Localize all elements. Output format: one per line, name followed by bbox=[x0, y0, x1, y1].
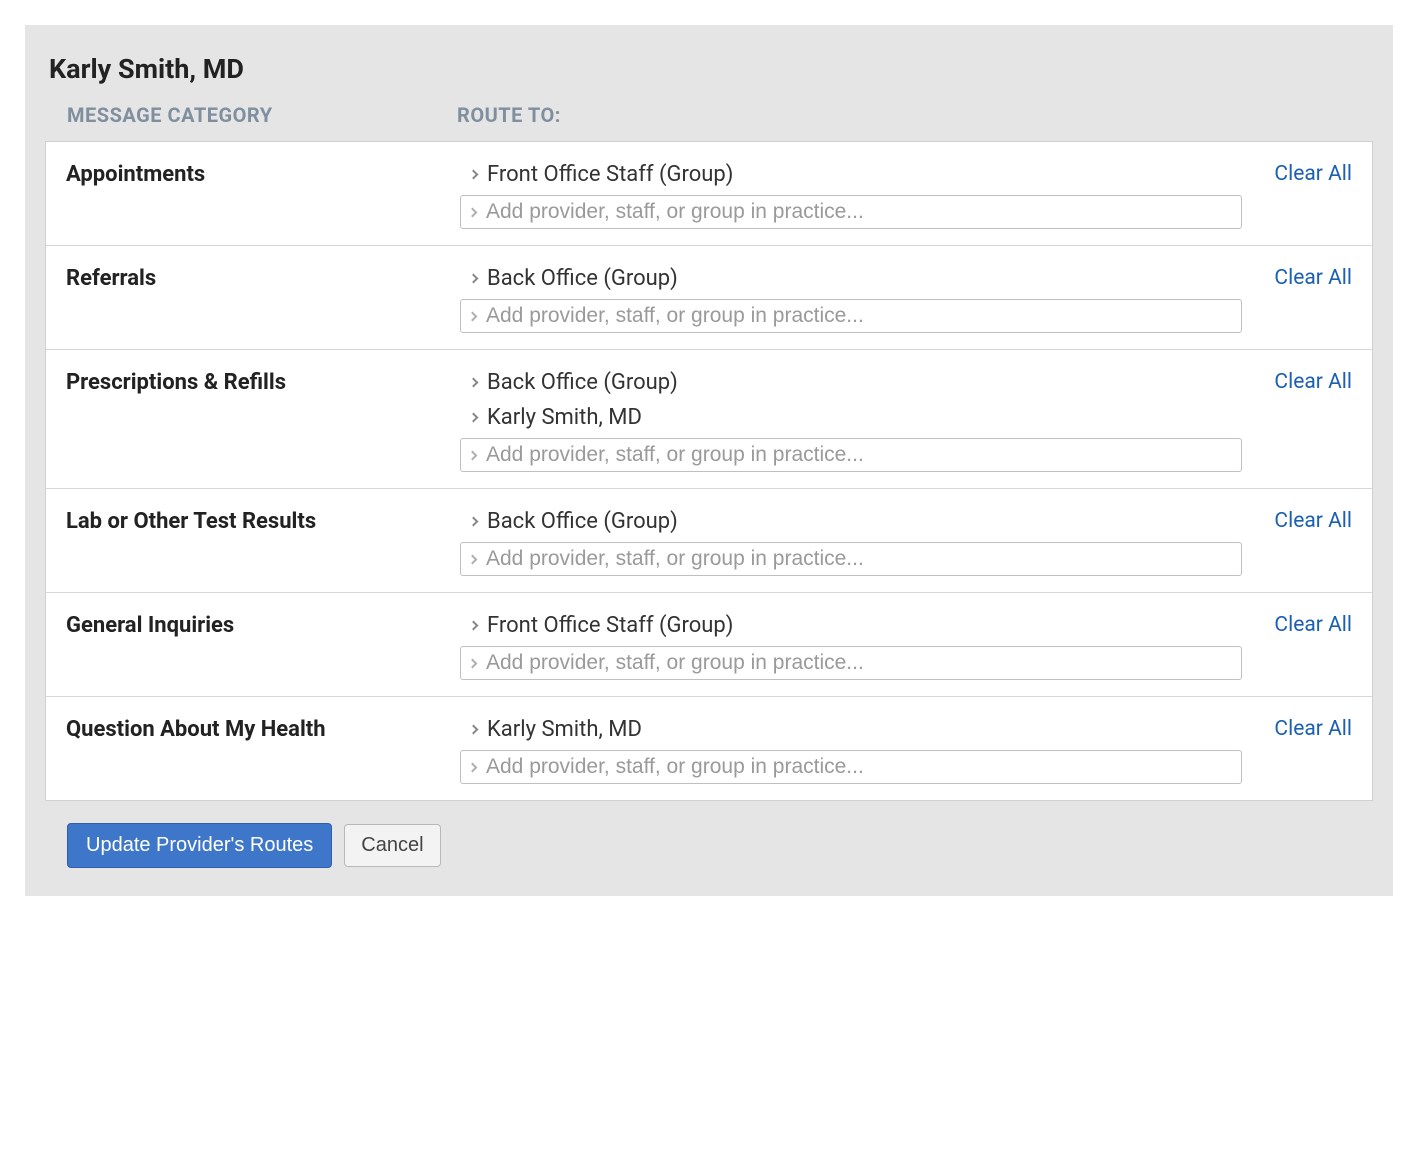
route-row-referrals: Referrals Back Office (Group) Clear All bbox=[46, 246, 1372, 350]
category-label: Prescriptions & Refills bbox=[66, 366, 460, 395]
clear-all-link[interactable]: Clear All bbox=[1274, 162, 1352, 186]
route-row-health-question: Question About My Health Karly Smith, MD… bbox=[46, 697, 1372, 800]
route-row-appointments: Appointments Front Office Staff (Group) … bbox=[46, 142, 1372, 246]
add-route-input[interactable] bbox=[486, 651, 1233, 675]
routes-list: Karly Smith, MD bbox=[460, 713, 1242, 784]
route-entry[interactable]: Back Office (Group) bbox=[460, 505, 1242, 540]
header-route-to: ROUTE TO: bbox=[457, 103, 561, 127]
routes-cell: Front Office Staff (Group) Clear All bbox=[460, 158, 1352, 229]
route-label: Back Office (Group) bbox=[487, 370, 678, 395]
route-entry[interactable]: Front Office Staff (Group) bbox=[460, 158, 1242, 193]
clear-cell: Clear All bbox=[1242, 609, 1352, 637]
route-row-lab-results: Lab or Other Test Results Back Office (G… bbox=[46, 489, 1372, 593]
route-entry[interactable]: Back Office (Group) bbox=[460, 366, 1242, 401]
chevron-right-icon bbox=[469, 725, 479, 735]
chevron-right-icon bbox=[468, 554, 478, 564]
add-route-input[interactable] bbox=[486, 200, 1233, 224]
add-route-input[interactable] bbox=[486, 547, 1233, 571]
routes-list: Front Office Staff (Group) bbox=[460, 609, 1242, 680]
provider-name: Karly Smith, MD bbox=[49, 53, 1373, 85]
route-label: Karly Smith, MD bbox=[487, 717, 642, 742]
route-label: Front Office Staff (Group) bbox=[487, 613, 733, 638]
clear-cell: Clear All bbox=[1242, 262, 1352, 290]
add-route-input[interactable] bbox=[486, 443, 1233, 467]
clear-cell: Clear All bbox=[1242, 713, 1352, 741]
routes-cell: Back Office (Group) Karly Smith, MD Clea… bbox=[460, 366, 1352, 472]
clear-cell: Clear All bbox=[1242, 366, 1352, 394]
routes-list: Back Office (Group) bbox=[460, 505, 1242, 576]
chevron-right-icon bbox=[468, 311, 478, 321]
category-label: General Inquiries bbox=[66, 609, 460, 638]
chevron-right-icon bbox=[469, 274, 479, 284]
add-route-input-wrap[interactable] bbox=[460, 299, 1242, 333]
routes-cell: Front Office Staff (Group) Clear All bbox=[460, 609, 1352, 680]
routing-panel: Karly Smith, MD MESSAGE CATEGORY ROUTE T… bbox=[25, 25, 1393, 896]
routes-cell: Back Office (Group) Clear All bbox=[460, 262, 1352, 333]
chevron-right-icon bbox=[469, 413, 479, 423]
routes-table: Appointments Front Office Staff (Group) … bbox=[45, 141, 1373, 801]
route-entry[interactable]: Back Office (Group) bbox=[460, 262, 1242, 297]
route-label: Karly Smith, MD bbox=[487, 405, 642, 430]
chevron-right-icon bbox=[469, 517, 479, 527]
routes-cell: Back Office (Group) Clear All bbox=[460, 505, 1352, 576]
column-headers: MESSAGE CATEGORY ROUTE TO: bbox=[45, 103, 1373, 141]
route-entry[interactable]: Karly Smith, MD bbox=[460, 713, 1242, 748]
chevron-right-icon bbox=[468, 658, 478, 668]
route-entry[interactable]: Front Office Staff (Group) bbox=[460, 609, 1242, 644]
cancel-button[interactable]: Cancel bbox=[344, 824, 440, 867]
route-entry[interactable]: Karly Smith, MD bbox=[460, 401, 1242, 436]
action-bar: Update Provider's Routes Cancel bbox=[45, 823, 1373, 868]
route-label: Front Office Staff (Group) bbox=[487, 162, 733, 187]
clear-all-link[interactable]: Clear All bbox=[1274, 370, 1352, 394]
routes-list: Back Office (Group) bbox=[460, 262, 1242, 333]
clear-cell: Clear All bbox=[1242, 505, 1352, 533]
routes-cell: Karly Smith, MD Clear All bbox=[460, 713, 1352, 784]
clear-all-link[interactable]: Clear All bbox=[1274, 266, 1352, 290]
category-label: Lab or Other Test Results bbox=[66, 505, 460, 534]
route-label: Back Office (Group) bbox=[487, 266, 678, 291]
add-route-input-wrap[interactable] bbox=[460, 750, 1242, 784]
clear-all-link[interactable]: Clear All bbox=[1274, 717, 1352, 741]
clear-all-link[interactable]: Clear All bbox=[1274, 509, 1352, 533]
chevron-right-icon bbox=[468, 450, 478, 460]
add-route-input-wrap[interactable] bbox=[460, 438, 1242, 472]
category-label: Appointments bbox=[66, 158, 460, 187]
route-row-general-inquiries: General Inquiries Front Office Staff (Gr… bbox=[46, 593, 1372, 697]
add-route-input[interactable] bbox=[486, 755, 1233, 779]
chevron-right-icon bbox=[468, 762, 478, 772]
update-routes-button[interactable]: Update Provider's Routes bbox=[67, 823, 332, 868]
chevron-right-icon bbox=[469, 621, 479, 631]
routes-list: Front Office Staff (Group) bbox=[460, 158, 1242, 229]
chevron-right-icon bbox=[469, 378, 479, 388]
add-route-input-wrap[interactable] bbox=[460, 542, 1242, 576]
clear-cell: Clear All bbox=[1242, 158, 1352, 186]
category-label: Question About My Health bbox=[66, 713, 460, 742]
chevron-right-icon bbox=[469, 170, 479, 180]
chevron-right-icon bbox=[468, 207, 478, 217]
clear-all-link[interactable]: Clear All bbox=[1274, 613, 1352, 637]
routes-list: Back Office (Group) Karly Smith, MD bbox=[460, 366, 1242, 472]
category-label: Referrals bbox=[66, 262, 460, 291]
add-route-input-wrap[interactable] bbox=[460, 646, 1242, 680]
add-route-input-wrap[interactable] bbox=[460, 195, 1242, 229]
route-label: Back Office (Group) bbox=[487, 509, 678, 534]
add-route-input[interactable] bbox=[486, 304, 1233, 328]
header-message-category: MESSAGE CATEGORY bbox=[67, 103, 457, 127]
route-row-prescriptions: Prescriptions & Refills Back Office (Gro… bbox=[46, 350, 1372, 489]
